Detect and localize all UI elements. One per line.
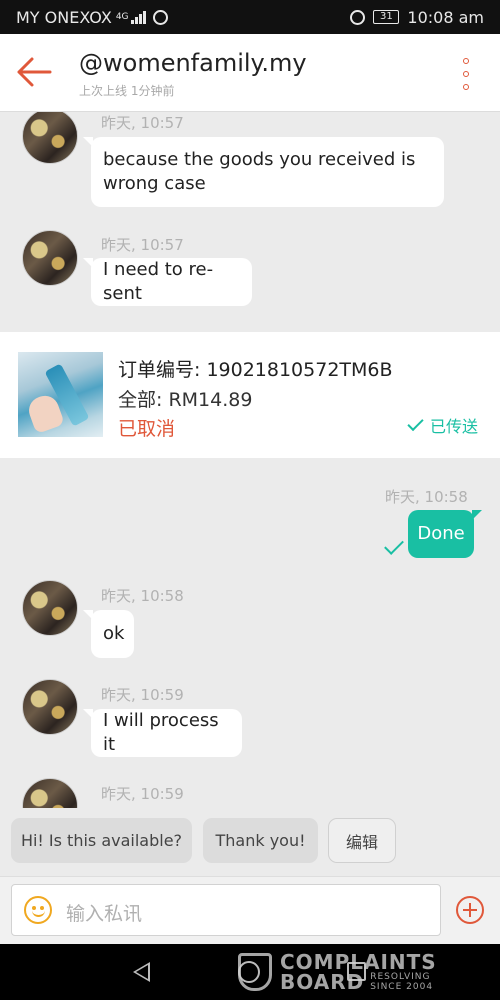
nav-back-icon[interactable] [133, 962, 150, 982]
sent-status: 已传送 [407, 413, 479, 437]
message-timestamp: 昨天, 10:57 [101, 236, 184, 254]
signal-icon [130, 10, 147, 24]
order-status: 已取消 [118, 418, 176, 440]
message-bubble[interactable]: because the goods you received is wrong … [83, 137, 444, 207]
avatar[interactable] [22, 778, 78, 808]
message-text: Done [417, 523, 465, 544]
message-bubble[interactable]: I need to re-sent [83, 258, 252, 306]
order-total: 全部: RM14.89 [118, 389, 253, 411]
last-seen-status: 上次上线 1分钟前 [79, 84, 175, 98]
back-arrow-icon[interactable] [16, 56, 52, 88]
order-number: 订单编号: 19021810572TM6B [118, 359, 393, 381]
whatsapp-icon [152, 9, 168, 25]
message-timestamp: 昨天, 10:59 [101, 785, 184, 803]
watermark-tagline: RESOLVING [370, 972, 431, 982]
edit-quick-replies-button[interactable]: 编辑 [328, 818, 396, 863]
watermark-text: BOARD [280, 970, 365, 994]
complaints-board-watermark: COMPLAINTS BOARD RESOLVING SINCE 2004 [238, 944, 437, 1000]
quick-reply-available[interactable]: Hi! Is this available? [11, 818, 192, 863]
avatar[interactable] [22, 580, 78, 636]
message-input[interactable]: 输入私讯 [11, 884, 441, 936]
avatar[interactable] [22, 230, 78, 286]
avatar[interactable] [22, 679, 78, 735]
message-bubble[interactable]: ok [83, 610, 134, 658]
watermark-logo-icon [238, 953, 272, 991]
clock: 10:08 am [407, 7, 484, 27]
watermark-text: COMPLAINTS [280, 950, 437, 974]
network-type: 4G [115, 11, 129, 22]
message-timestamp: 昨天, 10:59 [101, 686, 184, 704]
product-image[interactable] [18, 352, 103, 437]
quick-replies: Hi! Is this available? Thank you! 编辑 [0, 808, 500, 876]
message-timestamp: 昨天, 10:58 [385, 488, 468, 506]
watermark-tagline: SINCE 2004 [370, 982, 434, 992]
order-card[interactable]: 订单编号: 19021810572TM6B 全部: RM14.89 已取消 已传… [0, 332, 500, 458]
message-bubble[interactable]: Done [408, 510, 482, 558]
message-composer: 输入私讯 [0, 876, 500, 944]
read-check-icon [384, 535, 404, 555]
message-text: because the goods you received is [103, 149, 416, 170]
message-text: wrong case [103, 173, 206, 194]
avatar[interactable] [22, 112, 78, 164]
message-text: ok [103, 623, 125, 644]
add-attachment-icon[interactable] [456, 896, 484, 924]
battery-icon: 31 [373, 10, 400, 24]
chat-title: @womenfamily.my [79, 49, 307, 77]
check-icon [407, 414, 424, 432]
message-text: I will process it [103, 710, 219, 755]
message-input-placeholder: 输入私讯 [66, 903, 143, 925]
message-text: I need to re-sent [103, 259, 214, 304]
message-bubble[interactable]: I will process it [83, 709, 242, 757]
sent-label: 已传送 [430, 417, 479, 436]
quick-reply-thank-you[interactable]: Thank you! [203, 818, 318, 863]
chat-header: @womenfamily.my 上次上线 1分钟前 [0, 34, 500, 112]
carrier-name: MY ONEXOX [16, 7, 112, 27]
more-options-icon[interactable] [456, 58, 476, 90]
message-timestamp: 昨天, 10:57 [101, 114, 184, 132]
chat-history[interactable]: 昨天, 10:57 because the goods you received… [0, 112, 500, 808]
message-timestamp: 昨天, 10:58 [101, 587, 184, 605]
system-nav-bar: COMPLAINTS BOARD RESOLVING SINCE 2004 [0, 944, 500, 1000]
emoji-icon[interactable] [24, 896, 52, 924]
alarm-icon [350, 9, 366, 25]
status-bar: MY ONEXOX 4G 31 10:08 am [0, 0, 500, 34]
